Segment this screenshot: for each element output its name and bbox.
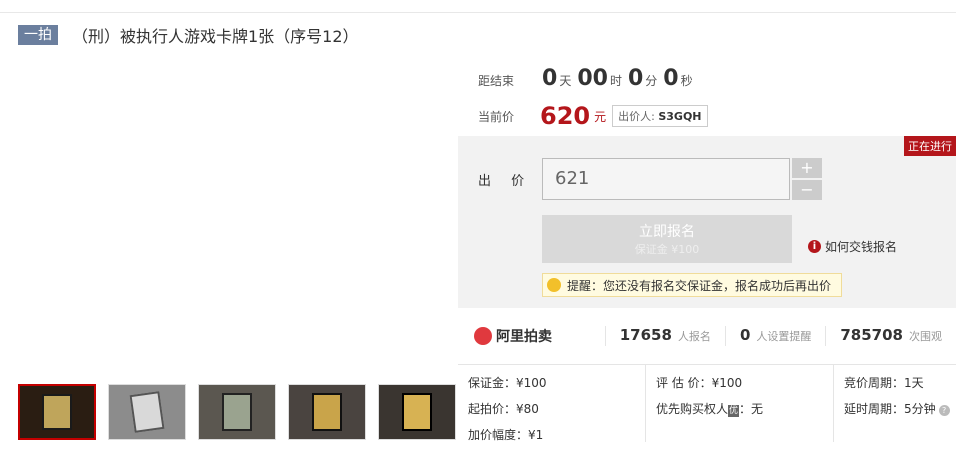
info-icon: i bbox=[808, 240, 821, 253]
priority-label: 优先购买权人 bbox=[656, 402, 729, 416]
top-divider bbox=[0, 12, 956, 13]
page-title: （刑）被执行人游戏卡牌1张（序号12） bbox=[72, 27, 359, 46]
bidder-id: S3GQH bbox=[658, 110, 702, 123]
view-count-label: 次围观 bbox=[909, 330, 942, 343]
ali-auction-logo: 阿里拍卖 bbox=[458, 326, 605, 346]
thumbnail-5[interactable] bbox=[378, 384, 456, 440]
signup-button[interactable]: 立即报名 保证金 ¥100 bbox=[542, 215, 792, 263]
status-badge: 正在进行 bbox=[904, 136, 956, 156]
view-number: 785708 bbox=[840, 326, 903, 344]
details-col-2: 评 估 价：¥100 优先购买权人优：无 bbox=[646, 365, 834, 442]
stats-bar: 阿里拍卖 17658 人报名 0 人设置提醒 785708 次围观 bbox=[458, 318, 956, 354]
signup-count-label: 人报名 bbox=[677, 330, 711, 343]
deposit-label: 保证金 ¥100 bbox=[634, 243, 700, 256]
price-unit: 元 bbox=[594, 109, 607, 124]
priority-tag: 优 bbox=[728, 405, 740, 417]
reminder-count: 0 人设置提醒 bbox=[724, 326, 825, 346]
start-price-info: 起拍价：¥80 bbox=[468, 402, 539, 416]
details-col-3: 竞价周期：1天 延时周期：5分钟? bbox=[834, 365, 956, 442]
details-col-1: 保证金：¥100 起拍价：¥80 加价幅度：¥1 bbox=[458, 365, 646, 442]
thumbnail-strip bbox=[18, 384, 468, 440]
logo-text: 阿里拍卖 bbox=[496, 329, 552, 345]
bidder-badge: 出价人: S3GQH bbox=[612, 105, 708, 127]
help-icon[interactable]: ? bbox=[938, 405, 950, 416]
countdown-days: 0 bbox=[542, 66, 558, 91]
decrease-button[interactable]: − bbox=[792, 180, 822, 200]
bid-amount-input[interactable]: 621 bbox=[542, 158, 790, 200]
appraisal-info: 评 估 价：¥100 bbox=[656, 376, 743, 390]
priority-value: ：无 bbox=[739, 402, 764, 416]
reminder-count-label: 人设置提醒 bbox=[756, 330, 812, 343]
cycle-info: 竞价周期：1天 bbox=[844, 376, 924, 390]
increase-button[interactable]: + bbox=[792, 158, 822, 178]
signup-count: 17658 人报名 bbox=[604, 326, 725, 346]
increment-info: 加价幅度：¥1 bbox=[468, 428, 544, 442]
current-price-label: 当前价 bbox=[478, 109, 515, 124]
reminder-number: 0 bbox=[739, 326, 751, 344]
seconds-unit: 秒 bbox=[680, 74, 693, 88]
priority-info: 优先购买权人优：无 bbox=[656, 397, 833, 423]
auction-details: 保证金：¥100 起拍价：¥80 加价幅度：¥1 评 估 价：¥100 优先购买… bbox=[458, 364, 956, 442]
deposit-info: 保证金：¥100 bbox=[468, 376, 547, 390]
minutes-unit: 分 bbox=[645, 74, 658, 88]
thumbnail-2[interactable] bbox=[108, 384, 186, 440]
howto-label: 如何交钱报名 bbox=[825, 240, 898, 254]
thumbnail-1[interactable] bbox=[18, 384, 96, 440]
main-product-image bbox=[18, 60, 438, 370]
reminder-notice: 提醒：您还没有报名交保证金，报名成功后再出价 bbox=[542, 273, 843, 297]
price-row: 当前价 620 元 出价人: S3GQH bbox=[478, 102, 708, 130]
countdown-hours: 00 bbox=[577, 66, 608, 91]
thumbnail-4[interactable] bbox=[288, 384, 366, 440]
signup-label: 立即报名 bbox=[639, 224, 695, 240]
ali-logo-icon bbox=[474, 327, 492, 345]
bid-label: 出 价 bbox=[478, 174, 533, 189]
view-count: 785708 次围观 bbox=[825, 326, 956, 346]
bid-stepper: + − bbox=[792, 158, 822, 202]
delay-text: 延时周期：5分钟 bbox=[844, 402, 936, 416]
countdown-minutes: 0 bbox=[627, 66, 644, 91]
hours-unit: 时 bbox=[609, 74, 622, 88]
days-unit: 天 bbox=[559, 74, 572, 88]
countdown-seconds: 0 bbox=[663, 66, 679, 91]
delay-info: 延时周期：5分钟? bbox=[844, 397, 956, 423]
lightbulb-icon bbox=[547, 278, 561, 292]
bid-panel: 正在进行 出 价 621 + − 立即报名 保证金 ¥100 i 如何交钱报名 … bbox=[458, 136, 956, 308]
signup-number: 17658 bbox=[619, 326, 672, 344]
current-price: 620 bbox=[540, 102, 591, 130]
reminder-text: 提醒：您还没有报名交保证金，报名成功后再出价 bbox=[567, 278, 832, 293]
bidder-label: 出价人: bbox=[618, 110, 655, 123]
countdown: 距结束 0 天 00 时 0 分 0 秒 bbox=[478, 66, 699, 91]
howto-link[interactable]: i 如何交钱报名 bbox=[808, 238, 897, 255]
countdown-label: 距结束 bbox=[478, 74, 515, 88]
title-row: 一拍 （刑）被执行人游戏卡牌1张（序号12） bbox=[18, 24, 359, 46]
round-badge: 一拍 bbox=[18, 25, 58, 45]
thumbnail-3[interactable] bbox=[198, 384, 276, 440]
